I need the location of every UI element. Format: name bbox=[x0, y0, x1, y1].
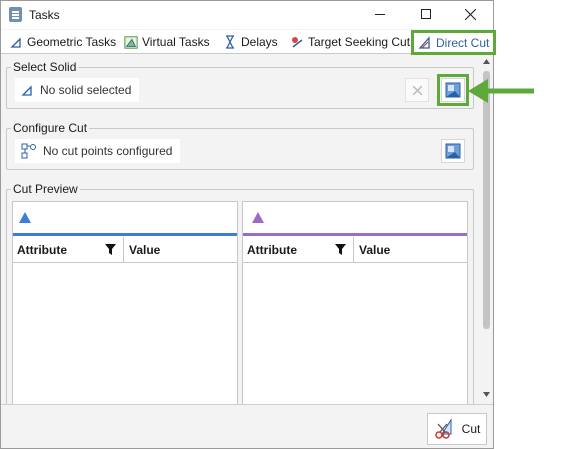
scroll-thumb[interactable] bbox=[483, 71, 490, 329]
solid-selection-text: No solid selected bbox=[40, 83, 132, 97]
configure-cut-group: Configure Cut No cut points configured bbox=[6, 121, 474, 170]
blue-triangle-icon bbox=[19, 212, 31, 223]
task-tabs: Geometric Tasks Virtual Tasks Delays Tar… bbox=[1, 30, 497, 55]
panel-accent-bar bbox=[243, 233, 467, 236]
cut-points-field: No cut points configured bbox=[15, 139, 181, 163]
filter-icon[interactable] bbox=[105, 244, 116, 255]
tab-delays[interactable]: Delays bbox=[223, 32, 278, 52]
column-divider[interactable] bbox=[123, 237, 124, 263]
panel-header bbox=[13, 202, 237, 234]
group-title: Cut Preview bbox=[11, 182, 80, 196]
solid-icon bbox=[21, 84, 32, 96]
tab-label: Direct Cut bbox=[436, 35, 490, 50]
target-seeking-icon bbox=[290, 35, 304, 49]
value-column-header[interactable]: Value bbox=[359, 243, 390, 257]
panel-accent-bar bbox=[13, 233, 237, 236]
cut-points-icon bbox=[21, 143, 36, 159]
cut-button-label: Cut bbox=[461, 422, 481, 436]
group-title: Configure Cut bbox=[11, 121, 90, 135]
footer-bar: Cut bbox=[1, 404, 493, 448]
pick-icon bbox=[445, 82, 461, 98]
clear-solid-button[interactable] bbox=[405, 78, 429, 102]
column-headers: Attribute Value bbox=[13, 237, 237, 263]
filter-icon[interactable] bbox=[335, 244, 346, 255]
purple-triangle-icon bbox=[252, 212, 264, 223]
hourglass-icon bbox=[223, 35, 237, 49]
scissors-icon bbox=[434, 418, 452, 439]
pick-solid-button[interactable] bbox=[441, 78, 465, 102]
solid-selection-field: No solid selected bbox=[15, 78, 140, 102]
tab-direct-cut[interactable]: Direct Cut bbox=[411, 30, 497, 55]
tab-target-seeking-cut[interactable]: Target Seeking Cut bbox=[290, 32, 410, 52]
attribute-column-header[interactable]: Attribute bbox=[247, 243, 297, 257]
select-solid-group: Select Solid No solid selected bbox=[6, 60, 474, 109]
column-divider[interactable] bbox=[353, 237, 354, 263]
vertical-scrollbar[interactable] bbox=[480, 55, 493, 403]
tab-label: Geometric Tasks bbox=[27, 35, 117, 49]
title-bar: Tasks bbox=[1, 1, 493, 29]
tab-label: Target Seeking Cut bbox=[308, 35, 411, 49]
panel-header bbox=[243, 202, 467, 234]
column-headers: Attribute Value bbox=[243, 237, 467, 263]
virtual-icon bbox=[124, 35, 138, 49]
close-button[interactable] bbox=[447, 1, 493, 27]
maximize-icon bbox=[421, 9, 431, 19]
tasks-window: Tasks Geometric Tasks Virtual Tasks Dela… bbox=[0, 0, 497, 449]
attribute-column-header[interactable]: Attribute bbox=[17, 243, 67, 257]
cut-points-text: No cut points configured bbox=[43, 144, 173, 158]
pick-icon bbox=[445, 143, 461, 159]
preview-panel-right: Attribute Value bbox=[242, 201, 468, 417]
clear-icon bbox=[412, 85, 422, 95]
tab-label: Virtual Tasks bbox=[142, 35, 210, 49]
cut-preview-group: Cut Preview Attribute Value Attribute Va… bbox=[6, 182, 474, 421]
tab-virtual-tasks[interactable]: Virtual Tasks bbox=[124, 32, 210, 52]
tab-geometric-tasks[interactable]: Geometric Tasks bbox=[9, 32, 116, 52]
group-title: Select Solid bbox=[11, 60, 79, 74]
direct-cut-icon bbox=[418, 35, 432, 50]
close-icon bbox=[464, 8, 476, 20]
scroll-up-icon[interactable] bbox=[483, 59, 490, 64]
tab-label: Delays bbox=[241, 35, 278, 49]
tasks-app-icon bbox=[9, 7, 22, 22]
value-column-header[interactable]: Value bbox=[129, 243, 160, 257]
configure-cut-button[interactable] bbox=[441, 139, 465, 163]
maximize-button[interactable] bbox=[403, 1, 449, 27]
arrow-annotation-icon bbox=[468, 79, 534, 103]
minimize-button[interactable] bbox=[357, 1, 403, 27]
window-title: Tasks bbox=[29, 8, 60, 22]
scroll-down-icon[interactable] bbox=[483, 392, 490, 397]
cut-button[interactable]: Cut bbox=[427, 413, 487, 445]
minimize-icon bbox=[375, 13, 385, 15]
geometric-icon bbox=[9, 35, 23, 49]
preview-panel-left: Attribute Value bbox=[12, 201, 238, 417]
